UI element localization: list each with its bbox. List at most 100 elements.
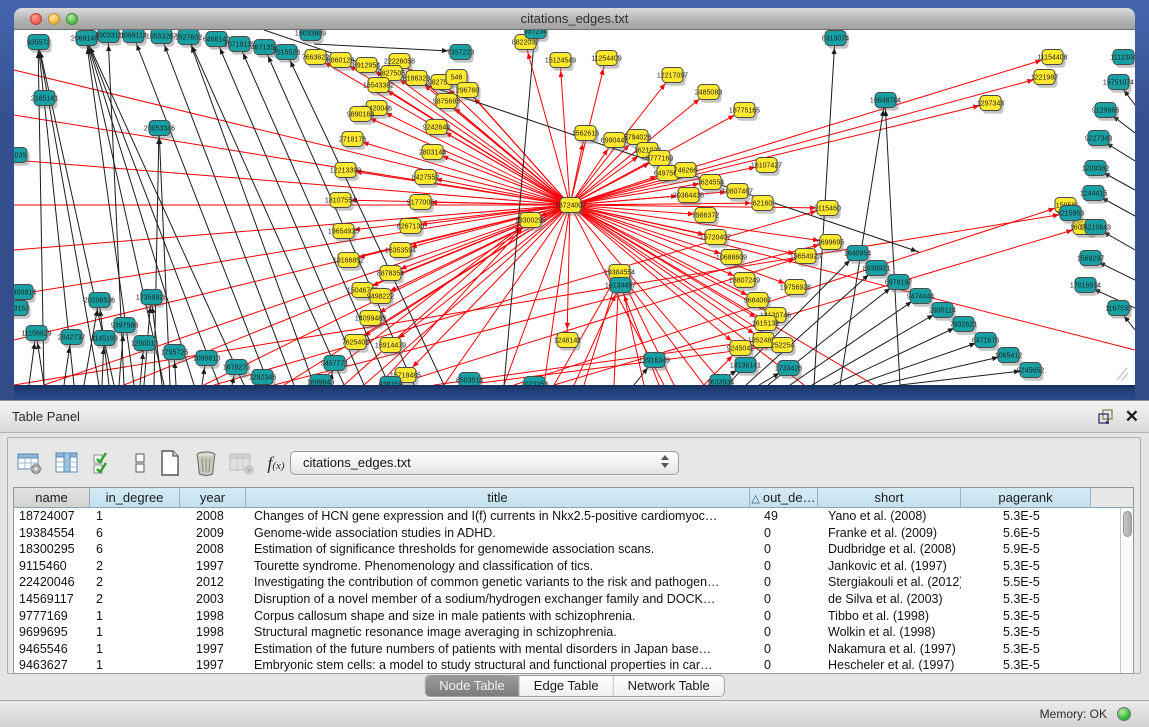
network-node[interactable]: 9457771	[321, 356, 348, 374]
network-node[interactable]: 9115460	[814, 201, 841, 219]
network-node[interactable]: 9498222	[367, 289, 394, 307]
network-node[interactable]: 1095810	[193, 351, 220, 369]
network-node[interactable]: 9245652	[1017, 363, 1044, 381]
rows-icon[interactable]	[126, 449, 154, 477]
close-panel-icon[interactable]: ✕	[1125, 405, 1139, 429]
network-node[interactable]: 62160	[752, 196, 776, 214]
network-node[interactable]: 12916349	[639, 353, 670, 371]
network-node[interactable]: 15720407	[700, 230, 731, 248]
network-node[interactable]: 9890163	[347, 107, 374, 125]
network-node[interactable]: 8186328	[403, 71, 430, 89]
column-header-title[interactable]: title	[246, 488, 750, 508]
network-node[interactable]: 1073353	[521, 377, 548, 386]
delete-table-icon[interactable]	[192, 449, 220, 477]
column-header-out_de[interactable]: △out_de…	[750, 488, 818, 508]
network-node[interactable]: 16353594	[385, 243, 416, 261]
network-node[interactable]: 8267130	[397, 219, 424, 237]
network-node[interactable]: 10807487	[722, 184, 753, 202]
network-node[interactable]: 1065412	[995, 348, 1022, 366]
network-node[interactable]: 1297343	[977, 96, 1004, 114]
network-node[interactable]: 2185141	[31, 91, 58, 109]
new-table-icon[interactable]	[156, 449, 184, 477]
tab-edge-table[interactable]: Edge Table	[520, 676, 614, 696]
column-header-name[interactable]: name	[14, 488, 90, 508]
tab-node-table[interactable]: Node Table	[425, 676, 520, 696]
network-node[interactable]: 1569297	[1077, 251, 1104, 269]
column-header-short[interactable]: short	[818, 488, 961, 508]
network-node[interactable]: 1633934	[707, 375, 734, 386]
network-node[interactable]: 1615132	[752, 316, 779, 334]
network-node[interactable]: 8313074	[822, 31, 849, 49]
network-node[interactable]: 7515526	[273, 45, 300, 63]
network-node[interactable]: 2718176	[339, 132, 366, 150]
network-node[interactable]: 20053346	[144, 121, 175, 139]
table-row[interactable]: 969969511998Structural magnetic resonanc…	[14, 624, 1133, 641]
network-node[interactable]: 17016534	[1070, 278, 1101, 296]
tab-network-table[interactable]: Network Table	[614, 676, 724, 696]
network-node[interactable]: 15751074	[1103, 75, 1134, 93]
table-row[interactable]: 2242004622012Investigating the contribut…	[14, 574, 1133, 591]
table-selector-dropdown[interactable]: citations_edges.txt	[290, 451, 679, 475]
network-node[interactable]: 15124549	[545, 53, 576, 71]
network-node[interactable]: 10688609	[716, 250, 747, 268]
memory-status-led[interactable]	[1117, 707, 1131, 721]
network-canvas[interactable]: 1872400718300295193845547663822886012889…	[14, 30, 1135, 385]
table-settings-icon[interactable]	[16, 449, 44, 477]
network-node[interactable]: 8912954	[353, 58, 380, 76]
float-panel-icon[interactable]	[1097, 408, 1115, 426]
network-node[interactable]: 2935114	[929, 303, 956, 321]
network-node[interactable]: 1699649	[307, 375, 334, 386]
network-node[interactable]: 12217097	[657, 68, 688, 86]
function-builder-icon[interactable]: f(x)	[262, 449, 290, 477]
network-node[interactable]: 1527602	[175, 30, 202, 48]
network-node[interactable]: 1145193	[91, 331, 118, 349]
network-node[interactable]: 9242848	[423, 120, 450, 138]
table-row[interactable]: 977716911998Corpus callosum shape and si…	[14, 608, 1133, 625]
network-node[interactable]: 20364436	[673, 188, 704, 206]
network-node[interactable]: 938359	[379, 377, 404, 386]
network-node[interactable]: 3624554	[697, 175, 724, 193]
network-node[interactable]: 1244415	[1080, 186, 1107, 204]
network-node[interactable]: 8860128	[327, 53, 354, 71]
network-node[interactable]: 933153	[14, 301, 31, 319]
network-node[interactable]: 9215953	[1057, 206, 1084, 224]
network-node[interactable]: 1248141	[554, 333, 581, 351]
table-row[interactable]: 1938455462009Genome-wide association stu…	[14, 525, 1133, 542]
network-node[interactable]: 1292346	[249, 370, 276, 386]
network-graph[interactable]: 1872400718300295193845547663822886012889…	[14, 30, 1135, 385]
network-node[interactable]: 7625402	[342, 335, 369, 353]
network-node[interactable]: 20206536	[84, 293, 115, 311]
network-node[interactable]: 17359928	[136, 290, 167, 308]
table-row[interactable]: 911546021997Tourette syndrome. Phenomeno…	[14, 558, 1133, 575]
network-node[interactable]: 1112304	[1110, 50, 1135, 68]
table-row[interactable]: 1830029562008Estimation of significance …	[14, 541, 1133, 558]
network-node[interactable]: 16648784	[870, 93, 901, 111]
network-node[interactable]: 935572	[27, 35, 52, 53]
vertical-scrollbar[interactable]	[1120, 508, 1133, 673]
table-row[interactable]: 1456911722003Disruption of a novel membe…	[14, 591, 1133, 608]
network-node[interactable]: 19654935	[328, 224, 359, 242]
network-node[interactable]: 85035	[14, 148, 30, 166]
network-node[interactable]: 11156829	[21, 326, 51, 344]
network-node[interactable]: 18775165	[729, 103, 760, 121]
network-node[interactable]: 9227343	[1085, 131, 1112, 149]
scrollbar-thumb[interactable]	[1123, 511, 1132, 537]
network-node[interactable]: 7663822	[302, 50, 329, 68]
network-node[interactable]: 9474444	[907, 289, 934, 307]
network-node[interactable]: 8427552	[412, 170, 439, 188]
network-node[interactable]: 8503514	[456, 373, 483, 386]
column-header-in_degree[interactable]: in_degree	[90, 488, 180, 508]
network-node[interactable]: 19756928	[780, 280, 811, 298]
window-titlebar[interactable]: citations_edges.txt	[14, 8, 1135, 30]
network-node[interactable]: 1167533	[1105, 301, 1132, 319]
network-node[interactable]: 9245042	[727, 341, 754, 359]
network-node[interactable]: 2042737	[58, 330, 85, 348]
column-header-pagerank[interactable]: pagerank	[961, 488, 1091, 508]
table-row[interactable]: 946362711997Embryonic stem cells: a mode…	[14, 657, 1133, 674]
network-node[interactable]: 1221987	[1031, 70, 1058, 88]
network-node[interactable]: 7357223	[447, 45, 474, 63]
column-header-year[interactable]: year	[180, 488, 246, 508]
network-node[interactable]: 252254	[771, 338, 796, 356]
network-node[interactable]: 2485083	[695, 85, 722, 103]
network-node[interactable]: 9177006	[407, 195, 434, 213]
